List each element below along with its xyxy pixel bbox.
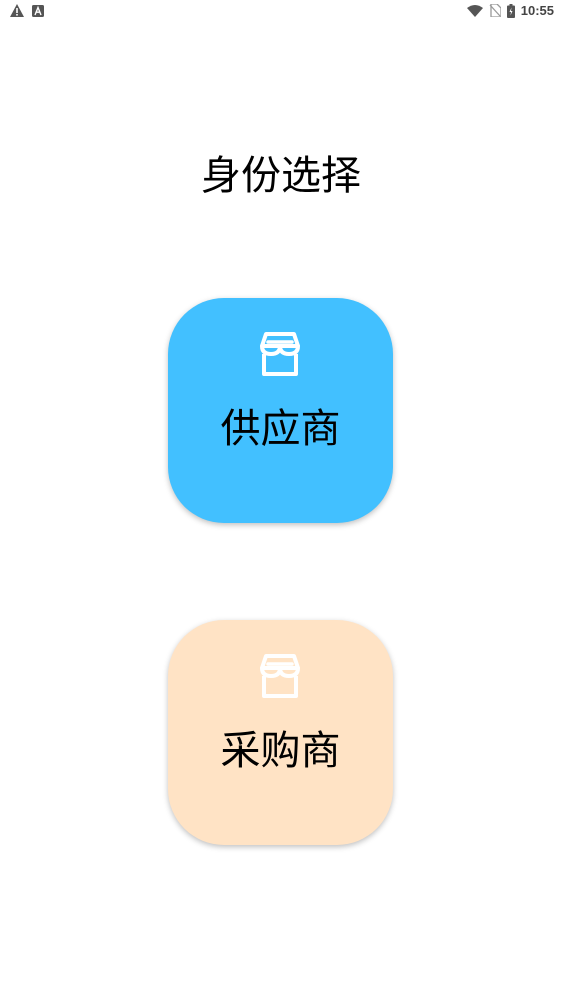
page-title: 身份选择 xyxy=(201,153,361,199)
supplier-card[interactable]: 供应商 xyxy=(168,298,393,523)
no-sim-icon xyxy=(489,4,501,17)
status-right-icons: 10:55 xyxy=(466,3,554,18)
warning-icon xyxy=(10,4,24,17)
status-bar: 10:55 xyxy=(0,0,562,24)
buyer-label: 采购商 xyxy=(220,728,341,774)
status-left-icons xyxy=(10,4,44,17)
font-a-icon xyxy=(32,4,44,17)
storefront-icon xyxy=(260,654,300,698)
supplier-label: 供应商 xyxy=(220,406,341,452)
storefront-icon xyxy=(260,332,300,376)
wifi-icon xyxy=(466,4,483,17)
buyer-card[interactable]: 采购商 xyxy=(168,620,393,845)
status-time: 10:55 xyxy=(520,3,554,18)
battery-charging-icon xyxy=(506,3,515,18)
